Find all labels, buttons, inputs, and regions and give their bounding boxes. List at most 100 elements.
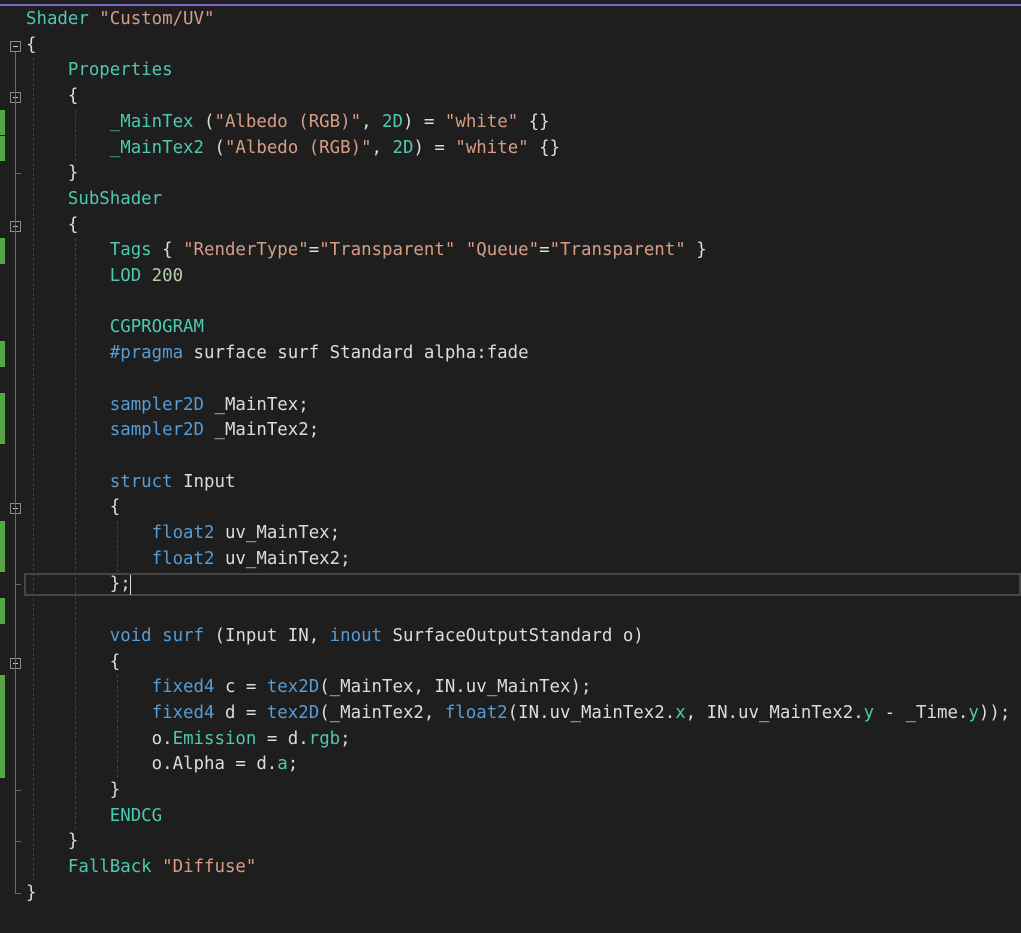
code-token: Input bbox=[172, 471, 236, 492]
change-marker bbox=[0, 135, 5, 162]
code-token: y bbox=[863, 702, 875, 723]
code-token: void bbox=[109, 625, 152, 646]
code-line[interactable]: { bbox=[26, 213, 78, 239]
code-line[interactable]: float2 uv_MainTex; bbox=[26, 521, 340, 547]
code-token: "Albedo (RGB)" bbox=[224, 137, 372, 158]
fold-outline bbox=[15, 514, 16, 586]
change-marker bbox=[0, 238, 5, 264]
code-line[interactable]: o.Emission = d.rgb; bbox=[26, 727, 351, 753]
code-token: = d. bbox=[256, 728, 309, 749]
code-line[interactable]: #pragma surface surf Standard alpha:fade bbox=[26, 341, 529, 367]
code-token: uv_MainTex; bbox=[214, 523, 341, 543]
code-token: SurfaceOutputStandard o) bbox=[382, 625, 644, 646]
code-line[interactable]: } bbox=[26, 778, 120, 804]
change-marker bbox=[0, 521, 5, 547]
code-line[interactable]: { bbox=[26, 84, 78, 110]
code-token: ENDCG bbox=[109, 805, 163, 826]
code-token: fixed4 bbox=[151, 677, 215, 698]
change-marker bbox=[0, 392, 5, 419]
code-token: c = bbox=[214, 677, 267, 698]
code-token: "white" bbox=[444, 111, 519, 132]
fold-end bbox=[15, 790, 21, 791]
code-token: }; bbox=[26, 574, 131, 595]
code-line[interactable]: o.Alpha = d.a; bbox=[26, 752, 299, 778]
code-editor[interactable]: Shader "Custom/UV"{ Properties { _MainTe… bbox=[0, 7, 1021, 933]
code-line[interactable]: sampler2D _MainTex; bbox=[26, 393, 309, 419]
code-line[interactable]: fixed4 c = tex2D(_MainTex, IN.uv_MainTex… bbox=[26, 675, 592, 701]
code-line[interactable]: } bbox=[26, 881, 36, 907]
code-line[interactable]: struct Input bbox=[26, 470, 236, 496]
code-token: { bbox=[26, 34, 37, 55]
code-token: {} bbox=[528, 137, 561, 158]
code-token: Properties bbox=[26, 60, 173, 81]
code-token: 2D bbox=[392, 137, 414, 158]
code-line[interactable]: FallBack "Diffuse" bbox=[26, 855, 256, 881]
code-line[interactable]: { bbox=[26, 495, 120, 521]
code-line[interactable]: SubShader bbox=[26, 187, 162, 213]
code-token: float2 bbox=[444, 702, 508, 723]
code-line[interactable]: _MainTex2 ("Albedo (RGB)", 2D) = "white"… bbox=[26, 136, 560, 162]
code-line[interactable]: Properties bbox=[26, 58, 173, 84]
code-token: uv_MainTex2; bbox=[214, 548, 351, 569]
code-token: ; bbox=[287, 754, 299, 775]
code-token: = bbox=[308, 240, 320, 261]
code-token: , bbox=[361, 111, 383, 132]
code-token: fixed4 bbox=[151, 702, 215, 723]
code-token: } bbox=[26, 831, 79, 852]
code-line[interactable]: Tags { "RenderType"="Transparent" "Queue… bbox=[26, 238, 707, 264]
code-token: } bbox=[26, 163, 79, 184]
code-line[interactable]: Shader "Custom/UV" bbox=[26, 7, 214, 33]
code-token: { bbox=[151, 240, 184, 261]
code-token: sampler2D bbox=[109, 420, 204, 441]
code-token: = bbox=[539, 240, 550, 261]
code-token: { bbox=[26, 651, 121, 672]
change-marker bbox=[0, 752, 5, 778]
code-line[interactable]: sampler2D _MainTex2; bbox=[26, 418, 319, 444]
code-token: (_MainTex2, bbox=[319, 702, 445, 723]
code-token: struct bbox=[109, 471, 173, 492]
code-line[interactable]: _MainTex ("Albedo (RGB)", 2D) = "white" … bbox=[26, 110, 550, 136]
code-token: "RenderType" bbox=[183, 240, 309, 261]
fold-end bbox=[15, 892, 21, 894]
code-line[interactable]: } bbox=[26, 161, 78, 187]
change-marker bbox=[0, 700, 5, 727]
code-token: , IN.uv_MainTex2. bbox=[685, 702, 864, 723]
code-token: ) = bbox=[413, 137, 456, 158]
code-token: _MainTex bbox=[109, 111, 194, 132]
collapse-icon[interactable] bbox=[10, 40, 21, 52]
code-token: LOD bbox=[109, 266, 142, 286]
code-token: Emission bbox=[172, 728, 257, 749]
code-line[interactable]: { bbox=[26, 33, 36, 59]
code-token: } bbox=[26, 882, 37, 903]
code-line[interactable]: void surf (Input IN, inout SurfaceOutput… bbox=[26, 624, 644, 650]
code-token: Tags bbox=[109, 240, 152, 261]
code-line[interactable]: CGPROGRAM bbox=[26, 315, 204, 341]
code-token: sampler2D bbox=[109, 394, 204, 415]
code-line[interactable]: LOD 200 bbox=[26, 264, 183, 290]
code-token: { bbox=[26, 214, 79, 235]
code-token: ; bbox=[340, 728, 351, 749]
change-marker bbox=[0, 546, 5, 573]
code-line[interactable]: float2 uv_MainTex2; bbox=[26, 547, 351, 573]
code-token: tex2D bbox=[266, 677, 320, 698]
code-line[interactable]: fixed4 d = tex2D(_MainTex2, float2(IN.uv… bbox=[26, 701, 1011, 727]
change-marker bbox=[0, 675, 5, 701]
code-line[interactable]: { bbox=[26, 650, 120, 676]
code-line[interactable]: }; bbox=[26, 572, 131, 598]
code-line[interactable]: ENDCG bbox=[26, 804, 162, 830]
code-token: 2D bbox=[382, 111, 403, 132]
code-token: (Input IN, bbox=[204, 625, 330, 646]
code-line[interactable]: } bbox=[26, 829, 78, 855]
